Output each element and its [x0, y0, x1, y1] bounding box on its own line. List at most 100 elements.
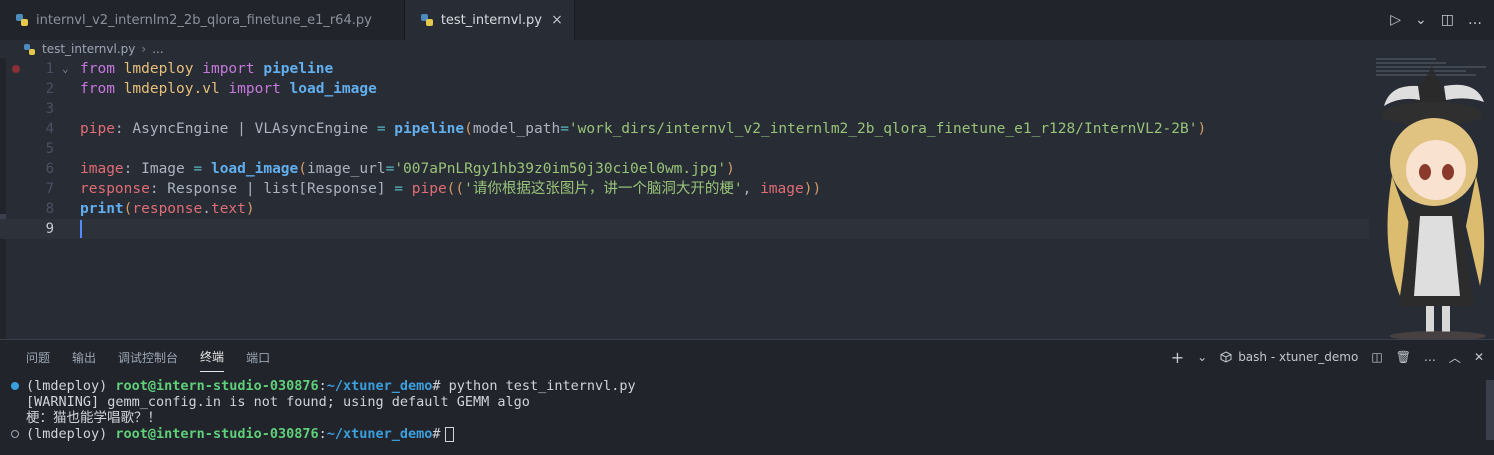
code-text: response: Response | list[Response] = pi…	[80, 179, 821, 199]
tab-finetune-config[interactable]: internvl_v2_internlm2_2b_qlora_finetune_…	[0, 0, 405, 40]
line-number: 5	[45, 141, 54, 157]
tab-test-internvl[interactable]: test_internvl.py ×	[404, 0, 575, 40]
breakpoint-icon[interactable]	[12, 65, 20, 73]
code-token: image	[80, 161, 124, 177]
editor-actions: ▷ ⌄ ◫ …	[1390, 0, 1494, 40]
chevron-down-icon[interactable]: ⌄	[1197, 350, 1207, 364]
python-file-icon	[24, 43, 35, 55]
code-line[interactable]: 7 response: Response | list[Response] = p…	[0, 179, 1494, 199]
text-cursor	[80, 220, 82, 238]
code-line[interactable]: 6 image: Image = load_image(image_url='00…	[0, 159, 1494, 179]
terminal-line: (lmdeploy) root@intern-studio-030876:~/x…	[0, 378, 1494, 394]
code-token: response	[132, 201, 203, 217]
code-token: load_image	[289, 81, 377, 97]
code-text: pipe: AsyncEngine | VLAsyncEngine = pipe…	[80, 119, 1206, 139]
code-token: import	[193, 61, 264, 77]
maximize-panel-icon[interactable]: ︿	[1449, 349, 1461, 366]
line-number: 8	[45, 201, 54, 217]
code-line[interactable]: 2 from lmdeploy.vl import load_image	[0, 79, 1494, 99]
terminal-text: :	[318, 378, 327, 394]
terminal-text: ~/xtuner_demo	[326, 426, 433, 442]
terminal-scrollbar[interactable]	[1486, 380, 1494, 440]
panel-actions: + ⌄ bash - xtuner_demo ◫ 🗑 … ︿ ✕	[1171, 340, 1484, 374]
code-token: =	[394, 181, 404, 197]
code-token: ))	[803, 181, 822, 197]
line-number: 6	[45, 161, 54, 177]
more-actions-icon[interactable]: …	[1468, 12, 1482, 28]
code-text: image: Image = load_image(image_url='007…	[80, 159, 735, 179]
code-token: =	[560, 121, 569, 137]
add-terminal-icon[interactable]: +	[1171, 348, 1184, 367]
code-token: ,	[742, 181, 761, 197]
code-token: response	[80, 181, 150, 197]
split-terminal-icon[interactable]: ◫	[1371, 350, 1382, 364]
run-icon[interactable]: ▷	[1390, 12, 1401, 28]
code-token: print	[80, 201, 124, 217]
code-token: ((	[446, 181, 465, 197]
code-text	[80, 219, 82, 239]
breadcrumb-symbols[interactable]: ...	[152, 42, 163, 56]
terminal-line: (lmdeploy) root@intern-studio-030876:~/x…	[0, 426, 1494, 442]
terminal-selector[interactable]: bash - xtuner_demo	[1220, 350, 1358, 364]
terminal-text: # python test_internvl.py	[432, 378, 636, 394]
terminal-text: ~/xtuner_demo	[326, 378, 433, 394]
trash-icon[interactable]: 🗑	[1396, 350, 1411, 364]
breadcrumb-separator: ›	[141, 42, 147, 56]
tab-label: test_internvl.py	[440, 12, 542, 28]
code-line[interactable]: 8 print(response.text)	[0, 199, 1494, 219]
panel-tabs: 问题 输出 调试控制台 终端 端口	[26, 340, 270, 374]
python-file-icon	[420, 14, 433, 26]
code-line[interactable]: 9	[0, 219, 1369, 239]
code-line[interactable]: 5	[0, 139, 1494, 159]
code-text: from lmdeploy.vl import load_image	[80, 79, 377, 99]
code-token: load_image	[210, 161, 299, 177]
close-panel-icon[interactable]: ✕	[1474, 350, 1484, 364]
command-status-icon[interactable]	[11, 430, 19, 438]
panel-tab-problems[interactable]: 问题	[26, 343, 50, 372]
terminal-line: 梗：猫也能学唱歌？！	[0, 410, 1494, 426]
tab-spacer	[575, 0, 1390, 40]
code-token: =	[193, 161, 203, 177]
terminal-text: (lmdeploy)	[26, 426, 116, 442]
code-token: pipeline	[394, 121, 465, 137]
code-editor[interactable]: 1 ⌄ from lmdeploy import pipeline 2 from lmd…	[0, 58, 1494, 339]
code-token: : Response | list[Response]	[149, 181, 395, 197]
bottom-panel: 问题 输出 调试控制台 终端 端口 + ⌄ bash - xtuner_demo…	[0, 339, 1494, 455]
panel-tab-debug-console[interactable]: 调试控制台	[118, 343, 178, 372]
anime-character-sticker	[1382, 66, 1486, 339]
code-token: pipe	[411, 181, 447, 197]
chevron-down-icon[interactable]: ⌄	[1415, 12, 1427, 28]
close-icon[interactable]: ×	[550, 12, 564, 28]
line-number: 4	[45, 121, 54, 137]
tab-label: internvl_v2_internlm2_2b_qlora_finetune_…	[36, 12, 372, 28]
code-text: print(response.text)	[80, 199, 255, 219]
code-token: from	[80, 81, 124, 97]
code-token: import	[219, 81, 290, 97]
code-token: lmdeploy.vl	[123, 81, 220, 97]
code-line[interactable]: 3	[0, 99, 1494, 119]
more-actions-icon[interactable]: …	[1424, 350, 1436, 364]
code-token: (	[298, 161, 308, 177]
fold-chevron-icon[interactable]: ⌄	[62, 59, 69, 79]
terminal-output[interactable]: (lmdeploy) root@intern-studio-030876:~/x…	[0, 378, 1494, 442]
panel-tab-ports[interactable]: 端口	[246, 343, 270, 372]
code-token: from	[80, 61, 124, 77]
code-line[interactable]: 1 ⌄ from lmdeploy import pipeline	[0, 59, 1494, 79]
code-text: from lmdeploy import pipeline	[80, 59, 333, 79]
breadcrumb: test_internvl.py › ...	[0, 40, 1494, 58]
code-token: model_path	[472, 121, 561, 137]
terminal-text: :	[318, 426, 327, 442]
panel-tab-terminal[interactable]: 终端	[200, 342, 225, 372]
panel-tab-output[interactable]: 输出	[72, 343, 96, 372]
command-status-icon[interactable]	[11, 382, 19, 390]
breadcrumb-file[interactable]: test_internvl.py	[42, 42, 135, 56]
code-line[interactable]: 4 pipe: AsyncEngine | VLAsyncEngine = pip…	[0, 119, 1494, 139]
code-token: 'work_dirs/internvl_v2_internlm2_2b_qlor…	[568, 121, 1198, 137]
split-editor-icon[interactable]: ◫	[1441, 12, 1454, 28]
code-token: )	[1197, 121, 1207, 137]
code-token: )	[245, 201, 255, 217]
code-token: )	[726, 161, 735, 177]
code-token: =	[376, 121, 386, 137]
